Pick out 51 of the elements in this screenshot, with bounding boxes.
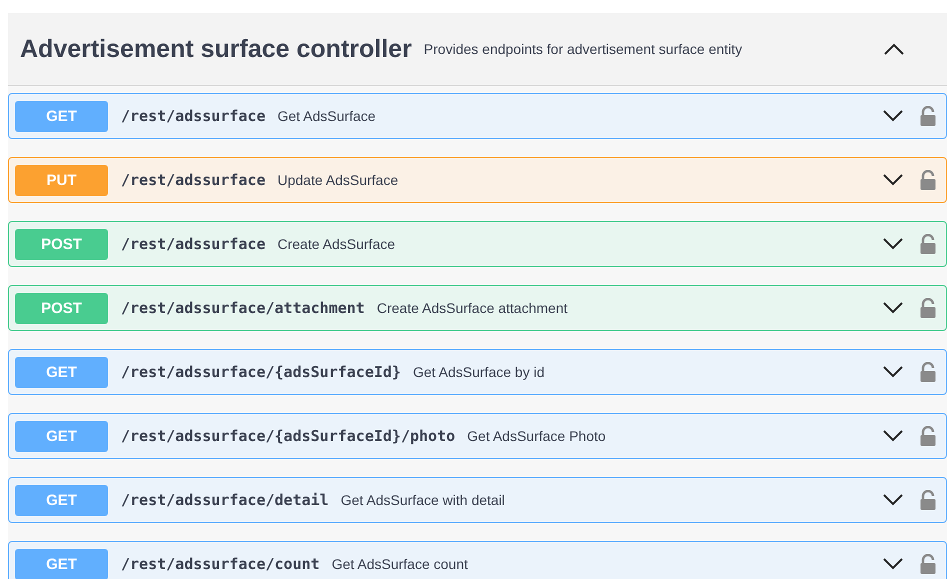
- endpoint-path: /rest/adssurface: [121, 171, 266, 189]
- method-badge: POST: [15, 292, 108, 324]
- section-title: Advertisement surface controller: [20, 34, 412, 64]
- operation-row[interactable]: GET /rest/adssurface/count Get AdsSurface count: [8, 541, 947, 579]
- chevron-down-icon[interactable]: [882, 429, 904, 443]
- operation-row[interactable]: GET /rest/adssurface Get AdsSurface: [8, 93, 947, 139]
- endpoint-summary: Get AdsSurface with detail: [340, 492, 506, 508]
- endpoint-summary: Get AdsSurface count: [332, 556, 469, 572]
- endpoint-path: /rest/adssurface/attachment: [121, 299, 365, 317]
- method-badge: GET: [15, 484, 108, 516]
- endpoint-summary: Get AdsSurface by id: [412, 364, 546, 380]
- operation-row[interactable]: GET /rest/adssurface/detail Get AdsSurface with detail: [8, 477, 947, 523]
- chevron-down-icon[interactable]: [882, 173, 904, 187]
- endpoint-path: /rest/adssurface/{adsSurfaceId}: [121, 363, 401, 381]
- chevron-down-icon[interactable]: [882, 557, 904, 571]
- operation-row[interactable]: POST /rest/adssurface Create AdsSurface: [8, 221, 947, 267]
- endpoint-summary: Create AdsSurface: [278, 236, 396, 252]
- method-badge: GET: [15, 420, 108, 452]
- chevron-down-icon[interactable]: [882, 109, 904, 123]
- chevron-down-icon[interactable]: [882, 237, 904, 251]
- method-badge: GET: [15, 100, 108, 132]
- unlocked-lock-icon[interactable]: [920, 490, 936, 510]
- unlocked-lock-icon[interactable]: [920, 170, 936, 190]
- method-badge: GET: [15, 356, 108, 388]
- endpoint-path: /rest/adssurface/{adsSurfaceId}/photo: [121, 427, 456, 445]
- chevron-up-icon[interactable]: [883, 42, 905, 56]
- method-badge: PUT: [15, 164, 108, 196]
- operation-row[interactable]: PUT /rest/adssurface Update AdsSurface: [8, 157, 947, 203]
- endpoint-summary: Get AdsSurface Photo: [467, 428, 607, 444]
- section-description: Provides endpoints for advertisement surface entity: [424, 41, 744, 57]
- unlocked-lock-icon[interactable]: [920, 426, 936, 446]
- endpoint-path: /rest/adssurface: [121, 235, 266, 253]
- endpoint-summary: Get AdsSurface: [278, 108, 377, 124]
- unlocked-lock-icon[interactable]: [920, 362, 936, 382]
- endpoint-path: /rest/adssurface/count: [121, 555, 320, 573]
- unlocked-lock-icon[interactable]: [920, 298, 936, 318]
- method-badge: POST: [15, 228, 108, 260]
- unlocked-lock-icon[interactable]: [920, 234, 936, 254]
- operation-row[interactable]: POST /rest/adssurface/attachment Create AdsSurface attachment: [8, 285, 947, 331]
- unlocked-lock-icon[interactable]: [920, 554, 936, 574]
- method-badge: GET: [15, 548, 108, 579]
- chevron-down-icon[interactable]: [882, 365, 904, 379]
- operation-row[interactable]: GET /rest/adssurface/{adsSurfaceId}/photo Get AdsSurface Photo: [8, 413, 947, 459]
- operation-row[interactable]: GET /rest/adssurface/{adsSurfaceId} Get AdsSurface by id: [8, 349, 947, 395]
- endpoint-summary: Update AdsSurface: [278, 172, 400, 188]
- chevron-down-icon[interactable]: [882, 301, 904, 315]
- endpoint-path: /rest/adssurface: [121, 107, 266, 125]
- endpoint-summary: Create AdsSurface attachment: [376, 300, 569, 316]
- endpoint-path: /rest/adssurface/detail: [121, 491, 329, 509]
- unlocked-lock-icon[interactable]: [920, 106, 936, 126]
- chevron-down-icon[interactable]: [882, 493, 904, 507]
